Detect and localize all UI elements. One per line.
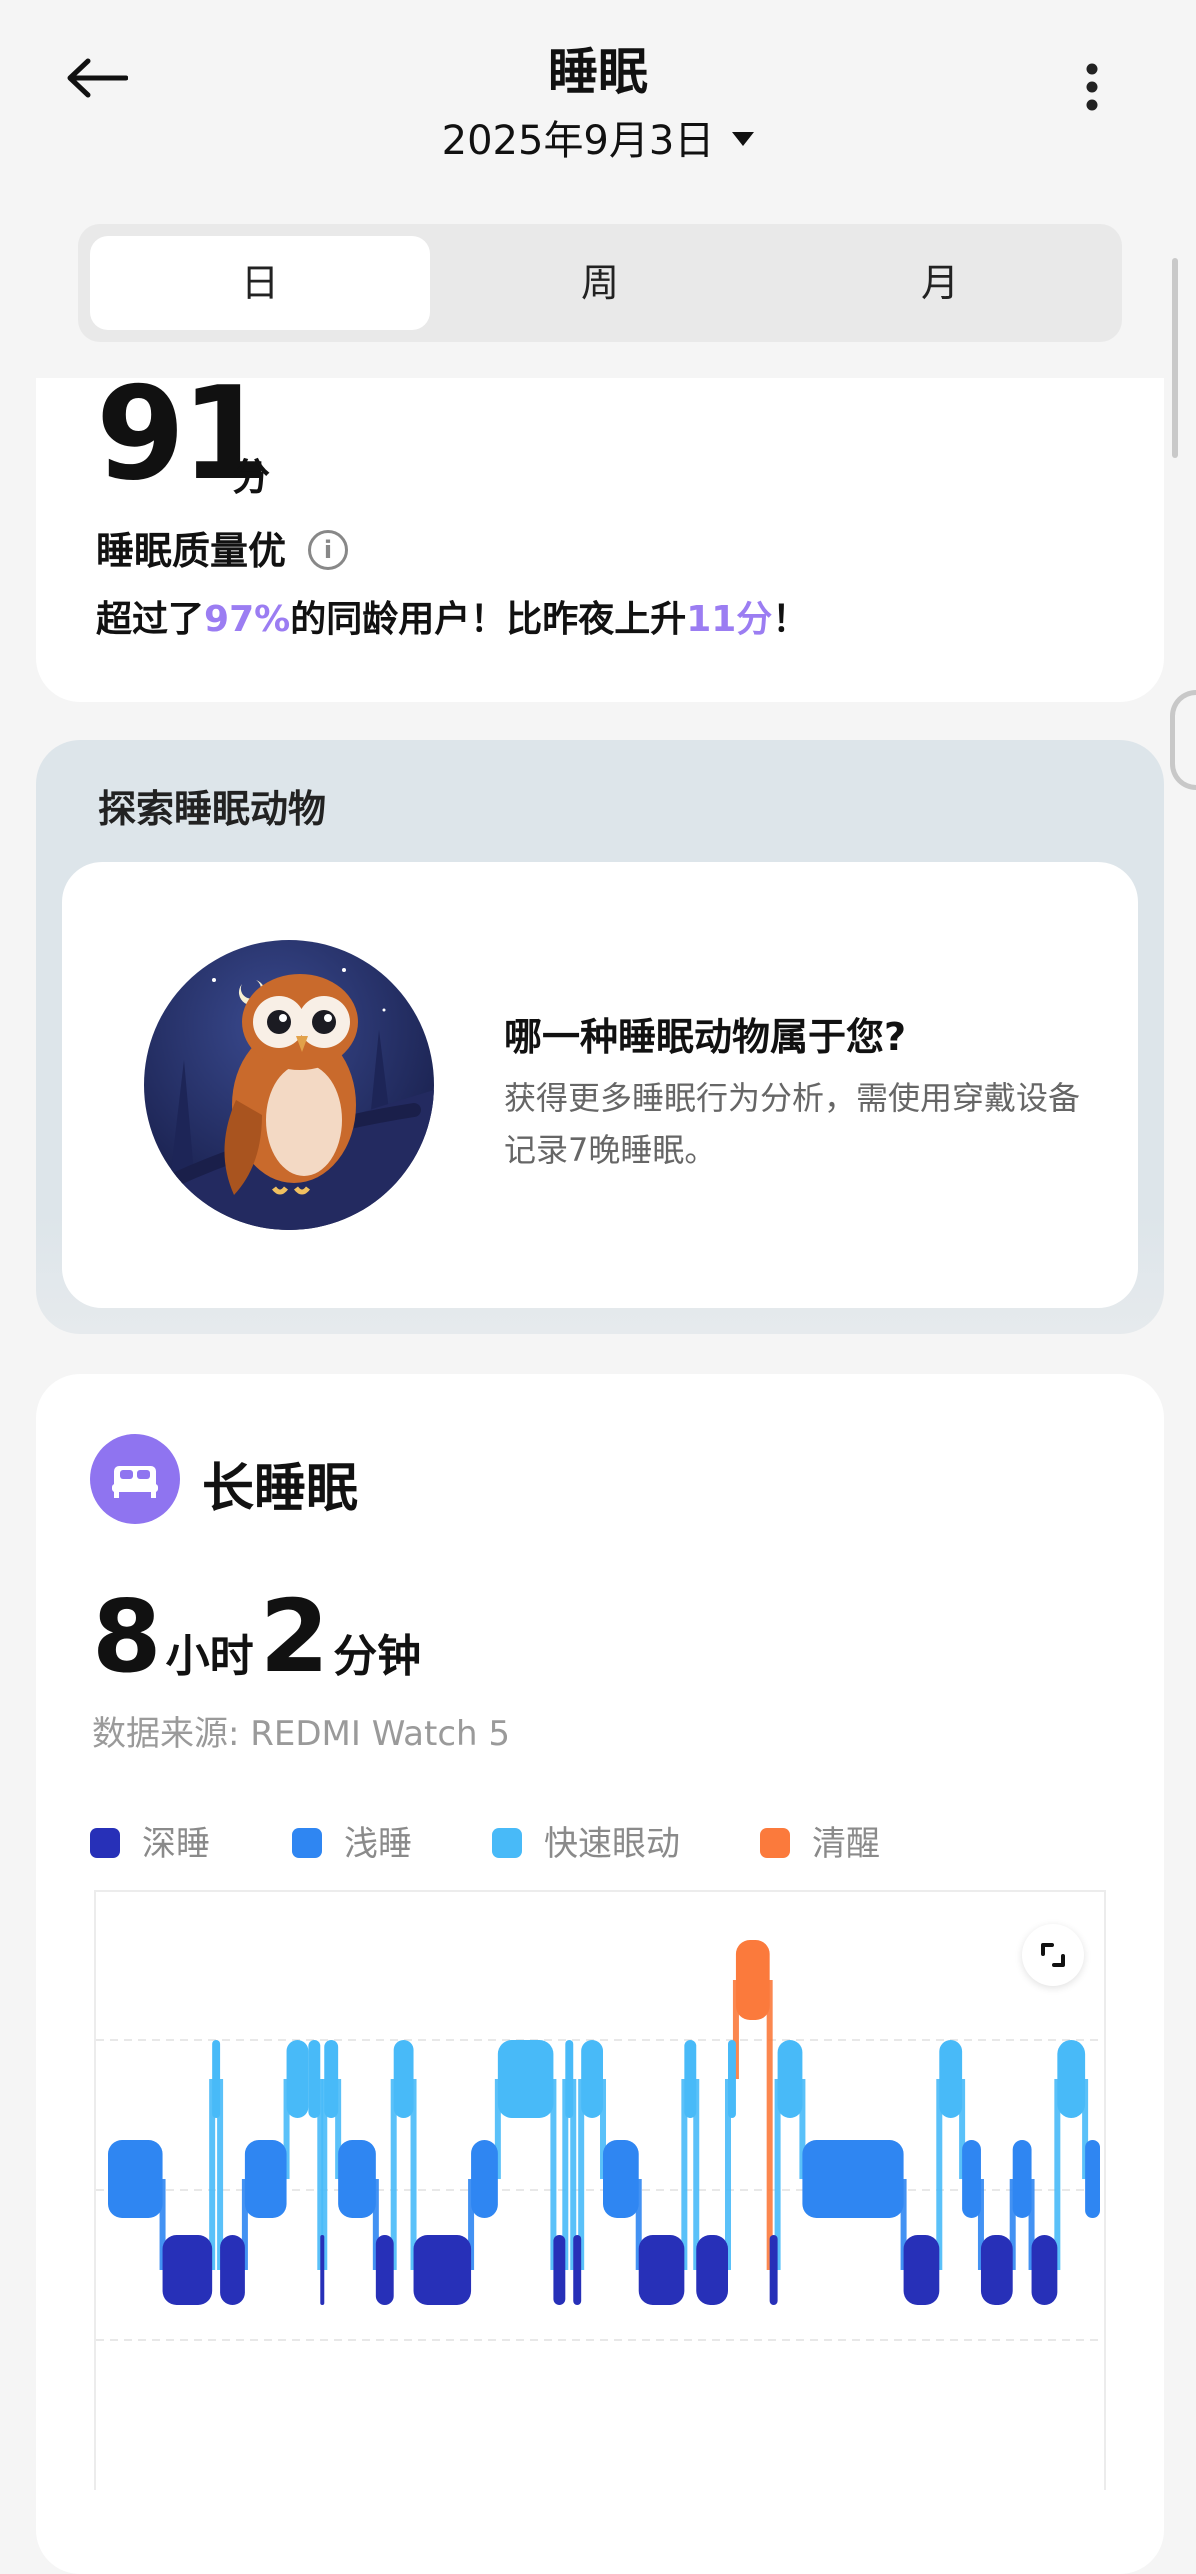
stage-segment [338, 2140, 376, 2218]
stage-segment [603, 2140, 639, 2218]
stage-segment [777, 2040, 803, 2118]
legend-swatch-light [292, 1827, 322, 1858]
legend-label-awake: 清醒 [812, 1824, 880, 1864]
stage-segment [393, 2040, 414, 2118]
quality-label: 睡眠质量优 [96, 529, 287, 573]
stage-segment [244, 2140, 287, 2218]
stage-segment [553, 2235, 566, 2305]
sleep-animal-question: 哪一种睡眠动物属于您? [504, 1015, 907, 1059]
score-unit: 分 [232, 455, 271, 499]
stage-segment [375, 2235, 394, 2305]
duration-hours-unit: 小时 [165, 1631, 254, 1682]
more-options-button[interactable] [1085, 62, 1135, 122]
stage-segment [1012, 2140, 1032, 2218]
long-sleep-title: 长睡眠 [202, 1459, 359, 1519]
stage-segment [684, 2040, 697, 2118]
stage-segment [696, 2235, 728, 2305]
compare-suffix: ！ [772, 599, 809, 640]
sleep-animal-description: 获得更多睡眠行为分析，需使用穿戴设备记录7晚睡眠。 [504, 1079, 1081, 1169]
stage-segment [735, 1940, 770, 2020]
comparison-text: 超过了97%的同龄用户！比昨夜上升11分！ [96, 590, 808, 642]
stage-transition [766, 1980, 773, 2270]
stage-segment [565, 2040, 574, 2118]
info-icon[interactable]: i [308, 529, 349, 570]
stage-segment [1085, 2140, 1100, 2218]
legend-label-light: 浅睡 [344, 1824, 412, 1864]
stage-segment [471, 2140, 498, 2218]
stage-segment [1057, 2040, 1086, 2118]
stage-segment [320, 2235, 325, 2305]
stage-segment [581, 2040, 604, 2118]
sleep-duration: 8 小时2 分钟 [92, 1578, 427, 1695]
more-vertical-icon [1086, 63, 1098, 111]
duration-minutes-unit: 分钟 [333, 1631, 422, 1682]
scrollbar[interactable] [1172, 258, 1178, 458]
tab-week[interactable]: 周 [430, 236, 770, 330]
owl-illustration [144, 940, 434, 1230]
stage-segment [903, 2235, 940, 2305]
stage-segment [286, 2040, 309, 2118]
legend-deep: 深睡 [90, 1816, 210, 1865]
stage-segment [638, 2235, 685, 2305]
stage-segment [162, 2235, 213, 2305]
stage-segment [573, 2235, 582, 2305]
sleep-animal-title: 探索睡眠动物 [98, 787, 327, 831]
legend-label-deep: 深睡 [142, 1824, 210, 1864]
stage-segment [212, 2040, 221, 2118]
legend-light: 浅睡 [292, 1816, 412, 1865]
stage-segment [802, 2140, 904, 2218]
legend-awake: 清醒 [760, 1816, 880, 1865]
expand-icon [1041, 1943, 1065, 1967]
stage-segment [769, 2235, 778, 2305]
stage-segment [220, 2235, 245, 2305]
expand-chart-button[interactable] [1022, 1924, 1084, 1986]
stage-segment [728, 2040, 736, 2118]
stage-segment [308, 2040, 321, 2118]
sleep-stage-chart-svg [94, 1890, 1106, 2532]
stage-segment [324, 2040, 339, 2118]
compare-prefix: 超过了 [96, 599, 205, 640]
legend-swatch-deep [90, 1827, 120, 1858]
tab-day[interactable]: 日 [90, 236, 430, 330]
bed-icon [90, 1434, 180, 1524]
legend-swatch-awake [760, 1827, 790, 1858]
duration-minutes: 2 [259, 1578, 330, 1695]
side-edge-handle[interactable] [1170, 690, 1196, 790]
stage-segment [939, 2040, 963, 2118]
period-tabs: 日 周 月 [78, 224, 1122, 342]
duration-hours: 8 [92, 1578, 162, 1695]
compare-middle: 的同龄用户！比昨夜上升 [290, 599, 687, 640]
date-label: 2025年9月3日 [441, 118, 715, 164]
stage-segment [980, 2235, 1013, 2305]
stage-segment [962, 2140, 981, 2218]
page-title: 睡眠 [548, 43, 648, 101]
compare-delta: 11分 [686, 599, 773, 640]
data-source: 数据来源: REDMI Watch 5 [92, 1714, 511, 1754]
tab-month[interactable]: 月 [770, 236, 1110, 330]
quality-row: 睡眠质量优 i [96, 520, 349, 575]
legend-swatch-rem [492, 1827, 522, 1858]
stage-segment [108, 2140, 163, 2218]
legend-label-rem: 快速眼动 [544, 1824, 680, 1864]
stage-segment [497, 2040, 554, 2118]
legend-rem: 快速眼动 [492, 1816, 680, 1865]
stage-segment [1031, 2235, 1058, 2305]
caret-down-icon [732, 132, 755, 146]
date-selector[interactable]: 2025年9月3日 [0, 108, 1196, 166]
sleep-stage-chart[interactable] [94, 1890, 1106, 2532]
stage-segment [413, 2235, 472, 2305]
compare-percent: 97% [204, 599, 291, 640]
